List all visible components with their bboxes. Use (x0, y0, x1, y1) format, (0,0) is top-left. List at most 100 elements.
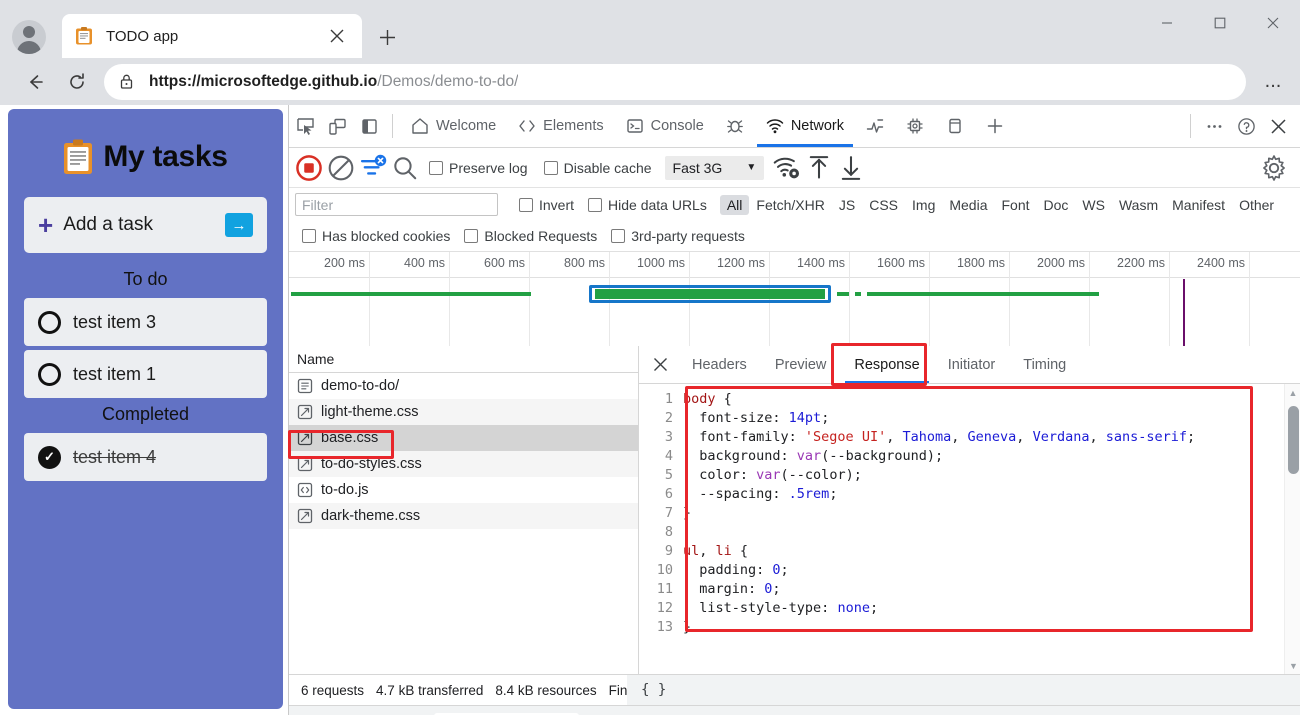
code-token: } (683, 505, 692, 521)
export-har-icon[interactable] (836, 153, 866, 183)
hide-data-urls-checkbox[interactable]: Hide data URLs (588, 197, 707, 213)
task-item[interactable]: test item 3 (24, 298, 267, 346)
clear-network-log-icon[interactable] (326, 153, 356, 183)
add-task-row[interactable]: + Add a task → (24, 197, 267, 253)
code-token: color: (683, 467, 757, 483)
table-row[interactable]: demo-to-do/ (289, 373, 638, 399)
filter-type-doc[interactable]: Doc (1037, 195, 1076, 215)
detail-tab-preview[interactable]: Preview (762, 347, 840, 383)
filter-type-other[interactable]: Other (1232, 195, 1281, 215)
filter-type-font[interactable]: Font (995, 195, 1037, 215)
clipboard-favicon-icon (74, 26, 94, 46)
code-token: padding: (683, 562, 773, 578)
address-bar[interactable]: https://microsoftedge.github.io/Demos/de… (104, 63, 1246, 100)
dock-side-icon[interactable] (353, 110, 385, 142)
request-column-header[interactable]: Name (289, 346, 638, 373)
filter-input[interactable]: Filter (295, 193, 498, 216)
code-token: ul (683, 543, 700, 559)
inspect-icon[interactable] (289, 110, 321, 142)
devtools-panel: Welcome Elements Console Network Preserv… (288, 105, 1300, 715)
table-row[interactable]: to-do-styles.css (289, 451, 638, 477)
scroll-down-arrow-icon[interactable]: ▼ (1285, 657, 1300, 674)
code-token: , (1016, 429, 1033, 445)
devtools-tab-application[interactable] (935, 105, 975, 147)
devtools-tab-performance[interactable] (855, 105, 895, 147)
device-toolbar-icon[interactable] (321, 110, 353, 142)
devtools-tab-console[interactable]: Console (615, 105, 715, 147)
task-item[interactable]: test item 1 (24, 350, 267, 398)
task-checkbox-checked-icon[interactable]: ✓ (38, 445, 61, 469)
detail-tab-initiator[interactable]: Initiator (935, 347, 1009, 383)
add-task-submit-button[interactable]: → (225, 213, 253, 237)
code-line: 1 body { (639, 390, 1300, 409)
new-tab-button[interactable] (372, 22, 402, 52)
filter-type-js[interactable]: JS (832, 195, 862, 215)
devtools-tab-welcome[interactable]: Welcome (400, 105, 507, 147)
filter-type-ws[interactable]: WS (1075, 195, 1112, 215)
has-blocked-cookies-checkbox[interactable]: Has blocked cookies (302, 228, 450, 244)
table-row-selected[interactable]: base.css (289, 425, 638, 451)
table-row[interactable]: dark-theme.css (289, 503, 638, 529)
code-token: Verdana (1032, 429, 1090, 445)
browser-more-menu[interactable]: ... (1252, 61, 1294, 103)
maximize-button[interactable] (1193, 0, 1246, 46)
third-party-requests-checkbox[interactable]: 3rd-party requests (611, 228, 745, 244)
format-code-button[interactable]: { } (627, 682, 666, 698)
network-overview-timeline[interactable]: 200 ms 400 ms 600 ms 800 ms 1000 ms 1200… (289, 252, 1300, 352)
checkbox-box (519, 197, 533, 212)
profile-avatar[interactable] (12, 20, 46, 54)
disable-cache-checkbox[interactable]: Disable cache (543, 159, 652, 176)
task-checkbox-icon[interactable] (38, 362, 61, 386)
record-stop-icon[interactable] (294, 153, 324, 183)
import-har-icon[interactable] (804, 153, 834, 183)
filter-badge-icon[interactable] (358, 153, 388, 183)
network-settings-gear-icon[interactable] (1259, 153, 1289, 183)
reload-button[interactable] (56, 61, 98, 103)
devtools-more-options-icon[interactable] (1198, 110, 1230, 142)
minimize-button[interactable] (1140, 0, 1193, 46)
close-devtools-icon[interactable] (1262, 110, 1294, 142)
checkbox-label: Disable cache (563, 159, 652, 176)
task-checkbox-icon[interactable] (38, 310, 61, 334)
browser-tab[interactable]: TODO app (62, 14, 362, 58)
close-detail-icon[interactable] (643, 348, 677, 382)
filter-type-media[interactable]: Media (942, 195, 994, 215)
tab-close-icon[interactable] (324, 23, 350, 49)
close-button[interactable] (1247, 0, 1300, 46)
tick-label: 800 ms (564, 256, 605, 270)
filter-type-fetch-xhr[interactable]: Fetch/XHR (749, 195, 831, 215)
detail-tab-timing[interactable]: Timing (1010, 347, 1079, 383)
code-line: 11 margin: 0; (639, 580, 1300, 599)
filter-type-css[interactable]: CSS (862, 195, 905, 215)
devtools-tab-network[interactable]: Network (755, 105, 855, 147)
code-token: font-family: (683, 429, 805, 445)
throttling-dropdown[interactable]: Fast 3G ▼ (664, 155, 765, 180)
network-conditions-icon[interactable] (772, 153, 802, 183)
help-icon[interactable] (1230, 110, 1262, 142)
detail-tab-headers[interactable]: Headers (679, 347, 760, 383)
devtools-tab-add[interactable] (975, 105, 1015, 147)
preserve-log-checkbox[interactable]: Preserve log (429, 160, 528, 176)
detail-tab-response[interactable]: Response (841, 347, 932, 383)
search-icon[interactable] (390, 153, 420, 183)
filter-type-all[interactable]: All (719, 194, 750, 215)
blocked-requests-checkbox[interactable]: Blocked Requests (464, 228, 597, 244)
scrollbar-thumb[interactable] (1288, 406, 1299, 474)
invert-checkbox[interactable]: Invert (519, 197, 574, 213)
back-button[interactable] (14, 61, 56, 103)
filter-type-img[interactable]: Img (905, 195, 942, 215)
table-row[interactable]: to-do.js (289, 477, 638, 503)
devtools-tab-elements[interactable]: Elements (507, 105, 614, 147)
response-code-viewer[interactable]: 1 body {2 font-size: 14pt; 3 font-family: … (639, 384, 1300, 674)
code-scrollbar[interactable]: ▲ ▼ (1284, 384, 1300, 674)
scroll-up-arrow-icon[interactable]: ▲ (1285, 384, 1300, 401)
table-row[interactable]: light-theme.css (289, 399, 638, 425)
section-label-todo: To do (123, 269, 168, 289)
filter-type-manifest[interactable]: Manifest (1165, 195, 1232, 215)
devtools-tab-memory[interactable] (895, 105, 935, 147)
chevron-down-icon: ▼ (746, 162, 757, 173)
filter-type-wasm[interactable]: Wasm (1112, 195, 1165, 215)
checkbox-label: Preserve log (449, 159, 528, 176)
task-item[interactable]: ✓ test item 4 (24, 433, 267, 481)
devtools-tab-sources-debug[interactable] (715, 105, 755, 147)
